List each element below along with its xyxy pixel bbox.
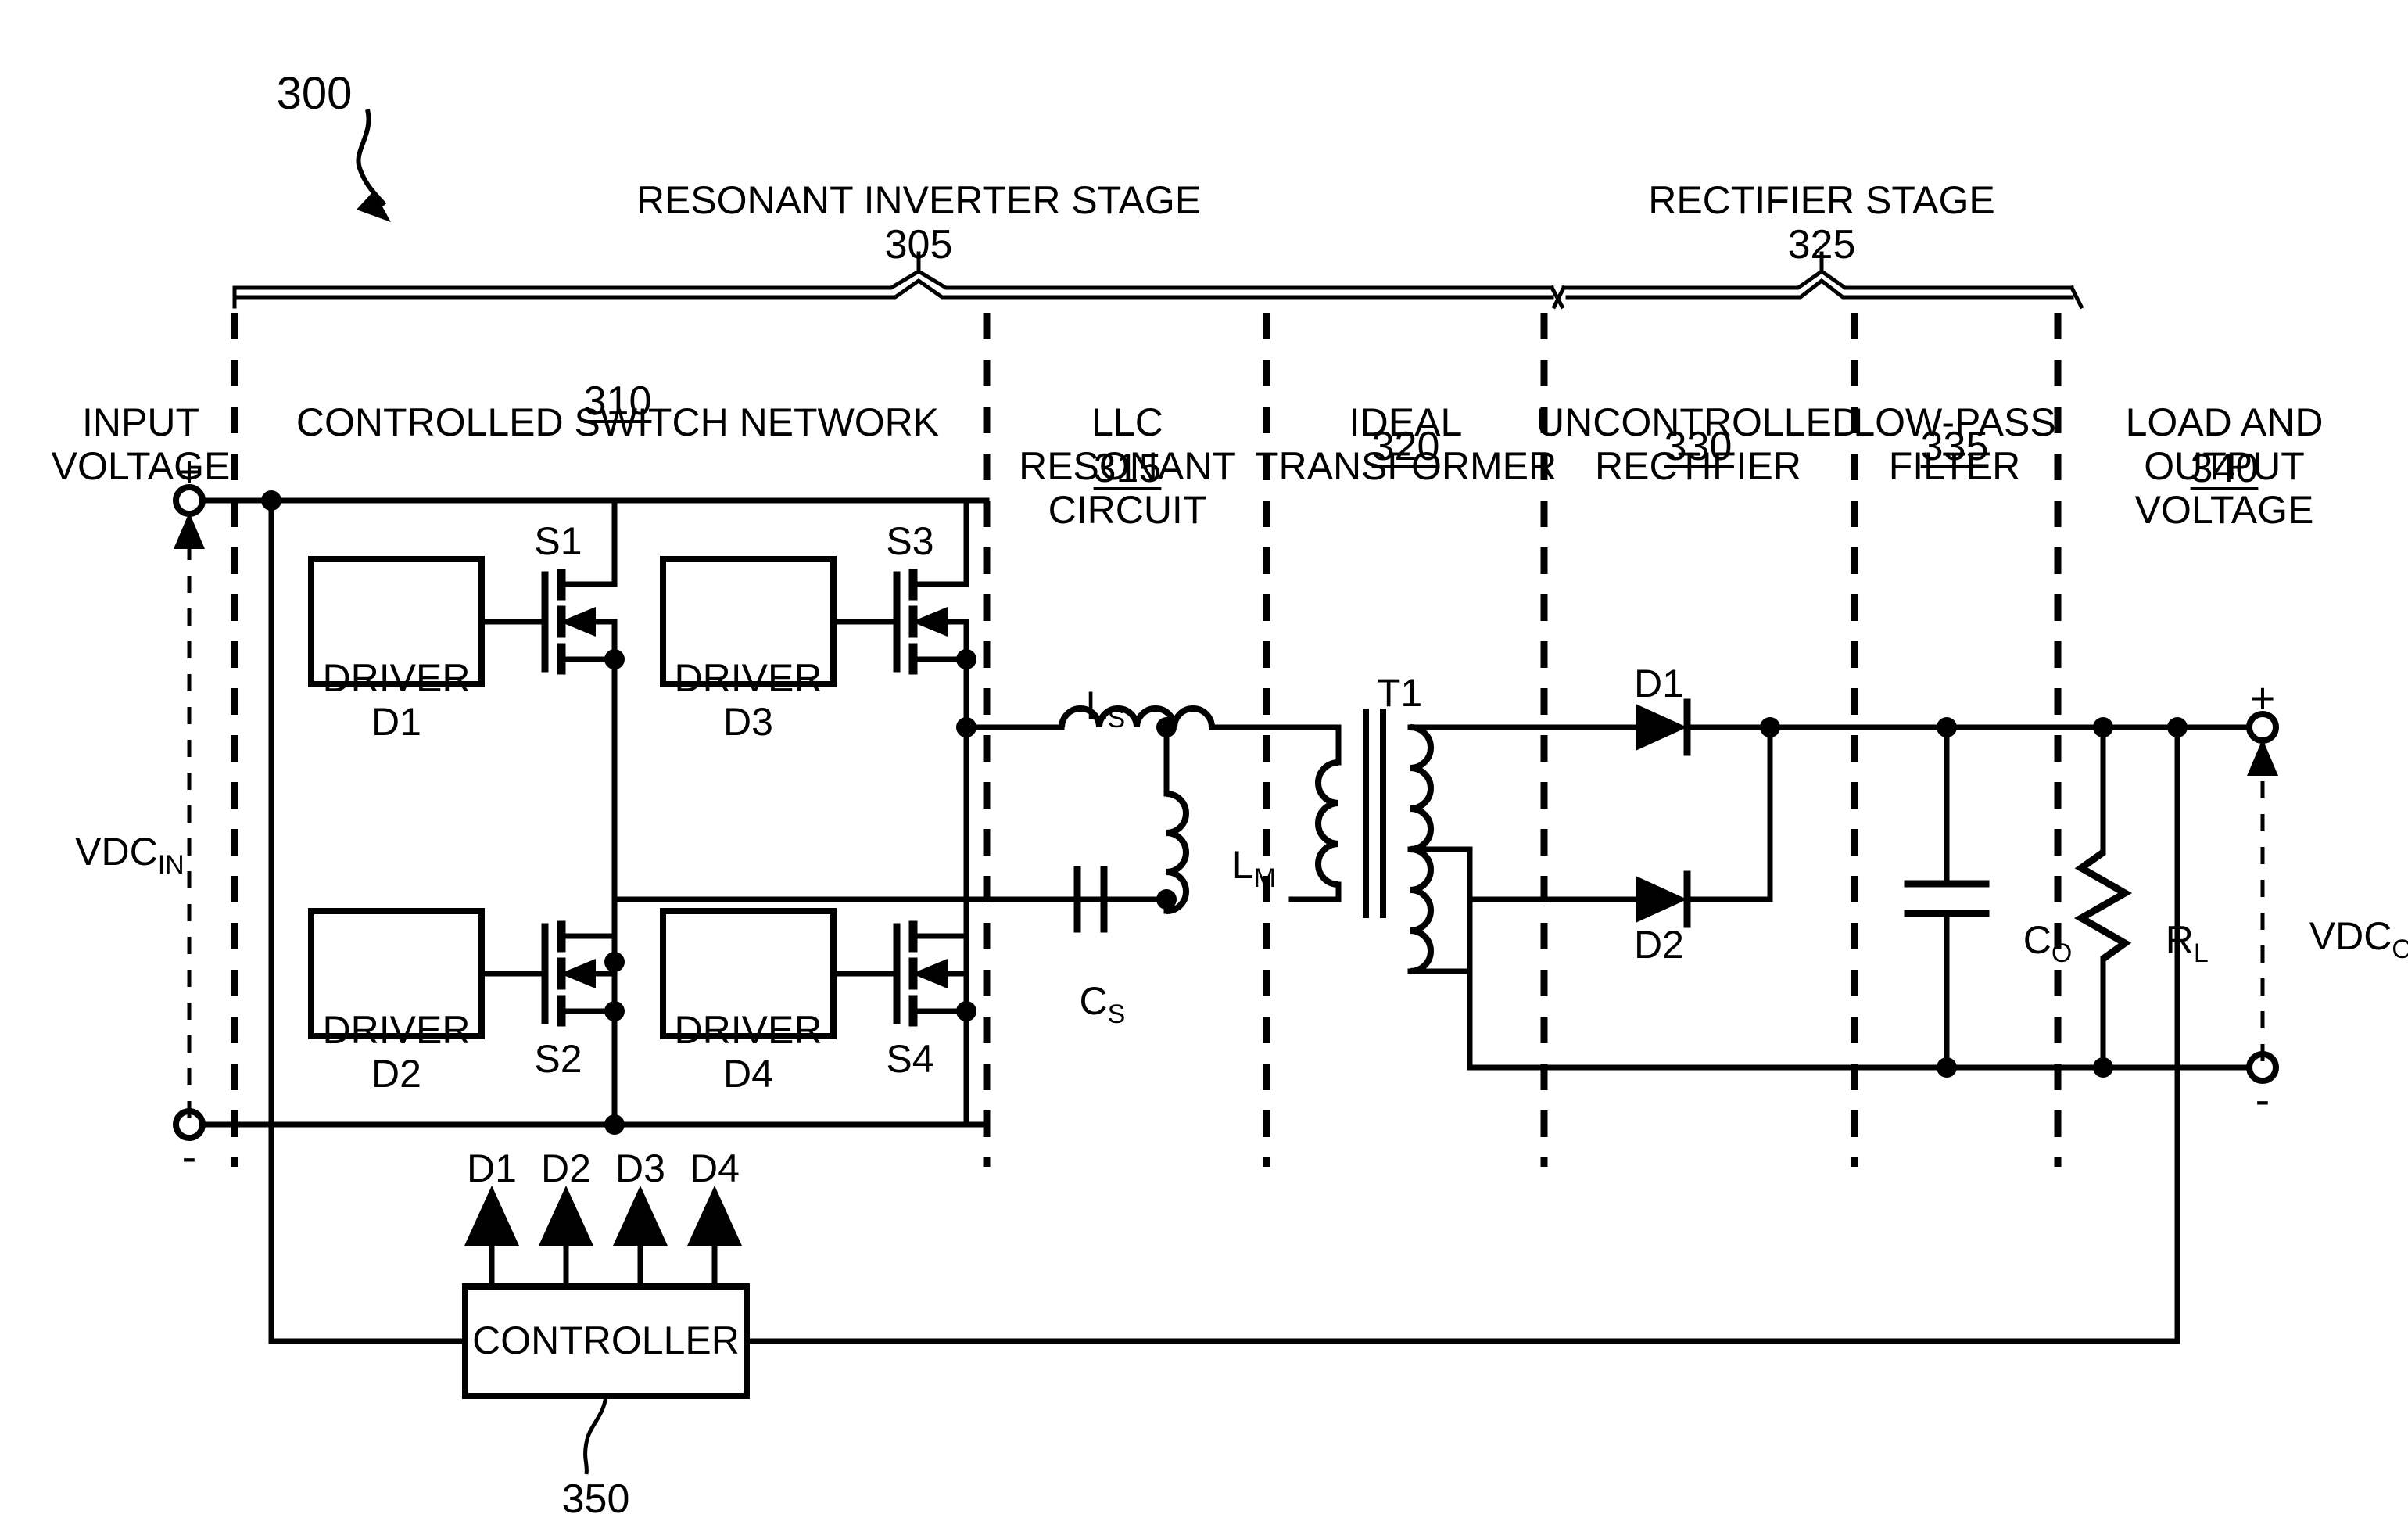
mosfet-s1 [482, 497, 625, 972]
column-ref-ideal-transformer: 320 [1371, 424, 1440, 469]
controller-output-label-d4: D4 [690, 1146, 740, 1190]
switch-label-s1: S1 [534, 519, 582, 563]
input-minus-sign: - [181, 1132, 197, 1181]
mosfet-s2 [482, 920, 625, 1135]
resistor-rl-label: RL [2165, 918, 2209, 968]
column-label-input-voltage: INPUT VOLTAGE [51, 400, 231, 488]
input-voltage-label: VDCIN [75, 830, 185, 880]
capacitor-co-label: CO [2023, 918, 2073, 968]
controller-output-label-d1: D1 [467, 1146, 517, 1190]
node-dot [1156, 889, 1177, 910]
driver-d1-label: DRIVER D1 [322, 656, 471, 744]
output-voltage-label: VDCOUT [2309, 914, 2408, 964]
output-plus-sign: + [2249, 673, 2276, 723]
controller-leader-350 [583, 1395, 608, 1475]
switch-label-s3: S3 [886, 519, 934, 563]
column-label-low-pass-filter: LOW-PASS FILTER [1853, 400, 2056, 488]
figure-canvas: 300 RESONANT INVERTER STAGE 305 RECTIFIE… [0, 0, 2408, 1532]
bracket-ref-rectifier-stage: 325 [1787, 222, 1856, 267]
diode-d2 [1609, 724, 1773, 928]
switch-label-s2: S2 [534, 1037, 582, 1081]
diode-label-d2: D2 [1634, 923, 1684, 967]
bracket-label-rectifier-stage: RECTIFIER STAGE [1648, 178, 1995, 222]
figure-leader-300 [356, 109, 391, 222]
controller-label: CONTROLLER [472, 1319, 740, 1362]
capacitor-co [1904, 717, 1990, 1078]
column-label-ideal-transformer: IDEAL TRANSFORMER [1254, 400, 1557, 488]
vdcout-arrow-head [2247, 739, 2278, 776]
column-label-llc-resonant-circuit: LLC RESONANT CIRCUIT [1019, 400, 1236, 532]
controller-output-label-d2: D2 [541, 1146, 591, 1190]
transformer-t1 [1288, 709, 1615, 1071]
bracket-ref-resonant-inverter-stage: 305 [884, 222, 953, 267]
driver-d3-label: DRIVER D3 [674, 656, 822, 744]
controller-ref-number: 350 [561, 1476, 630, 1522]
driver-d4-label: DRIVER D4 [674, 1008, 822, 1096]
diode-label-d1: D1 [1634, 662, 1684, 705]
transformer-label-t1: T1 [1376, 671, 1423, 715]
mosfet-s4 [833, 904, 976, 1128]
inductor-lm-label: LM [1231, 843, 1276, 893]
figure-ref-number: 300 [276, 68, 353, 119]
input-plus-sign: + [176, 447, 202, 496]
column-ref-load-and-output-voltage: 340 [2190, 446, 2259, 491]
resistor-rl [2073, 717, 2133, 1078]
column-label-load-and-output-voltage: LOAD AND OUTPUT VOLTAGE [2125, 400, 2324, 532]
output-minus-sign: - [2255, 1075, 2270, 1124]
controller-output-arrows [464, 1186, 742, 1290]
diode-d1 [1609, 698, 1773, 756]
inductor-ls-label: LS [1085, 683, 1126, 734]
switch-label-s4: S4 [886, 1037, 934, 1081]
column-label-uncontrolled-rectifier: UNCONTROLLED RECTIFIER [1536, 400, 1860, 488]
column-ref-controlled-switch-network: 310 [583, 379, 652, 424]
mosfet-s3 [833, 497, 1043, 1128]
capacitor-cs-label: CS [1079, 979, 1126, 1029]
column-ref-llc-resonant-circuit: 315 [1093, 446, 1162, 491]
driver-d2-label: DRIVER D2 [322, 1008, 471, 1096]
column-ref-uncontrolled-rectifier: 330 [1664, 424, 1733, 469]
bracket-label-resonant-inverter-stage: RESONANT INVERTER STAGE [636, 178, 1202, 222]
column-ref-low-pass-filter: 335 [1920, 424, 1989, 469]
controller-output-label-d3: D3 [615, 1146, 665, 1190]
